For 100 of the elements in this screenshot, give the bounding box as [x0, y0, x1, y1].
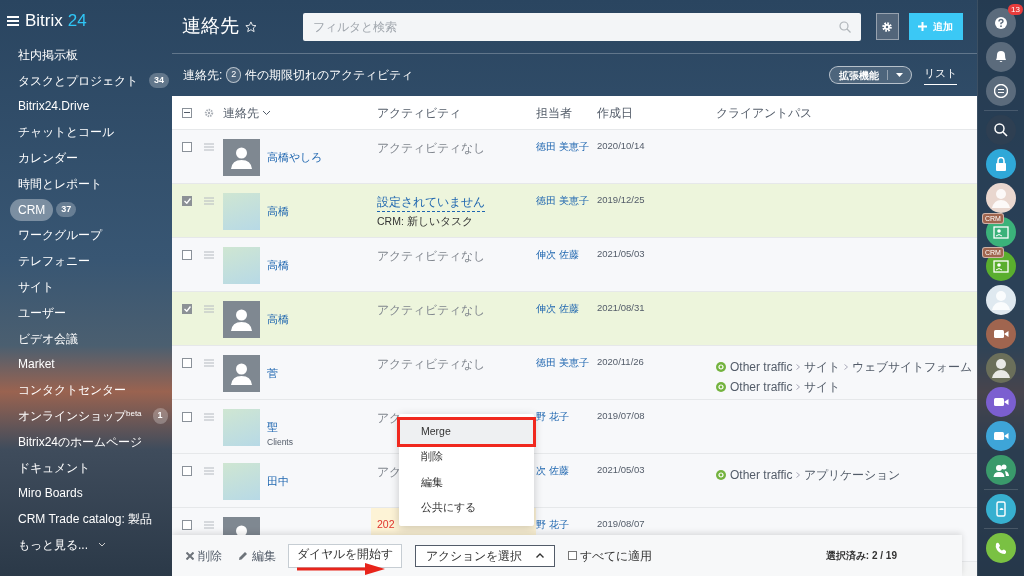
row-checkbox[interactable] — [182, 304, 192, 314]
sidebar-item[interactable]: 社内掲示板 — [10, 45, 86, 64]
menu-item[interactable]: Merge — [399, 419, 534, 445]
menu-button[interactable] — [7, 16, 19, 26]
sidebar-item[interactable]: 時間とレポート — [10, 174, 110, 193]
row-checkbox[interactable] — [182, 196, 192, 206]
select-all-checkbox[interactable] — [182, 107, 192, 118]
settings-button[interactable] — [875, 13, 899, 40]
responsible-link[interactable]: 野 花子 — [536, 409, 597, 424]
sidebar-item[interactable]: CRM Trade catalog: 製品 — [10, 510, 161, 529]
contact-card-icon — [993, 259, 1009, 273]
chevron-icon — [796, 384, 801, 390]
responsible-link[interactable]: 徳田 美恵子 — [536, 355, 597, 370]
edit-button[interactable]: 編集 — [238, 546, 276, 565]
menu-item[interactable]: 公共にする — [399, 495, 534, 521]
sidebar-item[interactable]: Bitrix24.Drive — [10, 97, 98, 116]
rail-button[interactable] — [986, 421, 1016, 451]
menu-item[interactable]: 編集 — [399, 470, 534, 496]
rail-button[interactable] — [986, 319, 1016, 349]
sidebar-item[interactable]: サイト — [10, 278, 62, 297]
sidebar-item[interactable]: ビデオ会議 — [10, 329, 86, 348]
row-checkbox[interactable] — [182, 466, 192, 476]
star-icon — [245, 19, 257, 34]
responsible-link[interactable]: 徳田 美恵子 — [536, 193, 597, 208]
sidebar-item[interactable]: コンタクトセンター — [10, 381, 134, 400]
rail-button[interactable] — [986, 76, 1016, 106]
column-header[interactable]: 連絡先 — [223, 103, 377, 122]
menu-item[interactable]: 削除 — [399, 444, 534, 470]
view-tab[interactable]: リスト — [924, 64, 957, 86]
extensions-button[interactable]: 拡張機能 — [829, 66, 912, 84]
responsible-link[interactable]: 次 佐藤 — [536, 463, 597, 478]
drag-handle-icon — [204, 359, 214, 367]
contact-name-link[interactable]: 高橋 — [267, 257, 377, 274]
rail-button[interactable] — [986, 217, 1016, 247]
contact-name-link[interactable]: 聖 — [267, 419, 377, 436]
avatar-icon — [992, 290, 1010, 310]
sidebar-item[interactable]: Market — [10, 355, 63, 374]
rail-button[interactable] — [986, 494, 1016, 524]
sidebar-item[interactable]: ワークグループ — [10, 226, 110, 245]
rail-button[interactable] — [986, 387, 1016, 417]
delete-button[interactable]: 削除 — [186, 546, 222, 565]
drag-handle-icon — [204, 251, 214, 259]
search-icon — [838, 20, 851, 33]
rail-button[interactable] — [986, 149, 1016, 179]
created-date: 2021/05/03 — [597, 247, 646, 261]
dial-button[interactable]: ダイヤルを開始す — [288, 543, 402, 568]
column-header[interactable]: 担当者 — [536, 103, 597, 122]
contact-name-link[interactable]: 高橋 — [267, 203, 377, 220]
sidebar-item[interactable]: チャットとコール — [10, 123, 122, 142]
search-icon — [994, 123, 1008, 137]
column-header[interactable]: アクティビティ — [377, 103, 536, 122]
row-checkbox[interactable] — [182, 250, 192, 260]
sidebar-item[interactable]: Bitrix24のホームページ — [10, 432, 150, 451]
avatar-icon — [992, 188, 1010, 208]
rail-button[interactable] — [986, 533, 1016, 563]
rail-button[interactable] — [986, 42, 1016, 72]
row-checkbox[interactable] — [182, 520, 192, 530]
contact-name-link[interactable]: 高橋やしろ — [267, 149, 377, 166]
drag-handle-icon — [204, 413, 214, 421]
rail-button[interactable] — [986, 455, 1016, 485]
contact-name-link[interactable]: 田中 — [267, 473, 377, 490]
sidebar-item[interactable]: オンラインショップ$^{beta}$ — [10, 407, 150, 426]
rail-button[interactable] — [986, 115, 1016, 145]
rail-button[interactable] — [986, 285, 1016, 315]
path-step: サイト — [804, 378, 841, 396]
column-header[interactable]: 作成日 — [597, 103, 716, 122]
sidebar-item[interactable]: カレンダー — [10, 149, 86, 168]
contact-name-link[interactable]: 菅 — [267, 365, 377, 382]
help-icon — [995, 17, 1007, 29]
sidebar-item[interactable]: ユーザー — [10, 303, 74, 322]
row-checkbox[interactable] — [182, 142, 192, 152]
caret-icon — [263, 110, 270, 115]
activity-link[interactable]: 設定されていません — [377, 193, 485, 212]
activity-date: 202 — [377, 517, 395, 532]
sidebar-item[interactable]: もっと見る... — [10, 536, 96, 555]
contact-name-link[interactable]: 高橋 — [267, 311, 377, 328]
rail-button[interactable] — [986, 251, 1016, 281]
responsible-link[interactable]: 伸次 佐藤 — [536, 247, 597, 262]
column-header[interactable]: クライアントパス — [716, 103, 977, 122]
sidebar-item[interactable]: ドキュメント — [10, 458, 98, 477]
sidebar-item[interactable]: テレフォニー — [10, 252, 98, 271]
rail-button[interactable] — [986, 183, 1016, 213]
chevron-icon — [796, 472, 801, 478]
action-select-button[interactable]: アクションを選択 — [415, 544, 555, 567]
rail-button[interactable] — [986, 353, 1016, 383]
search-field[interactable]: フィルタと検索 — [302, 12, 861, 41]
sidebar-item[interactable]: タスクとプロジェクト — [10, 71, 146, 90]
counter-badge: 1 — [152, 408, 168, 424]
count-badge: 2 — [226, 67, 242, 83]
created-date: 2020/10/14 — [597, 139, 646, 153]
responsible-link[interactable]: 伸次 佐藤 — [536, 301, 597, 316]
logo-text: Bitrix — [25, 10, 63, 33]
video-camera-icon — [993, 330, 1009, 338]
row-checkbox[interactable] — [182, 412, 192, 422]
sidebar-item[interactable]: Miro Boards — [10, 484, 91, 503]
apply-all-checkbox[interactable]: すべてに適用 — [568, 546, 652, 565]
responsible-link[interactable]: 野 花子 — [536, 517, 597, 532]
drag-handle-icon — [204, 305, 214, 313]
responsible-link[interactable]: 徳田 美恵子 — [536, 139, 597, 154]
row-checkbox[interactable] — [182, 358, 192, 368]
